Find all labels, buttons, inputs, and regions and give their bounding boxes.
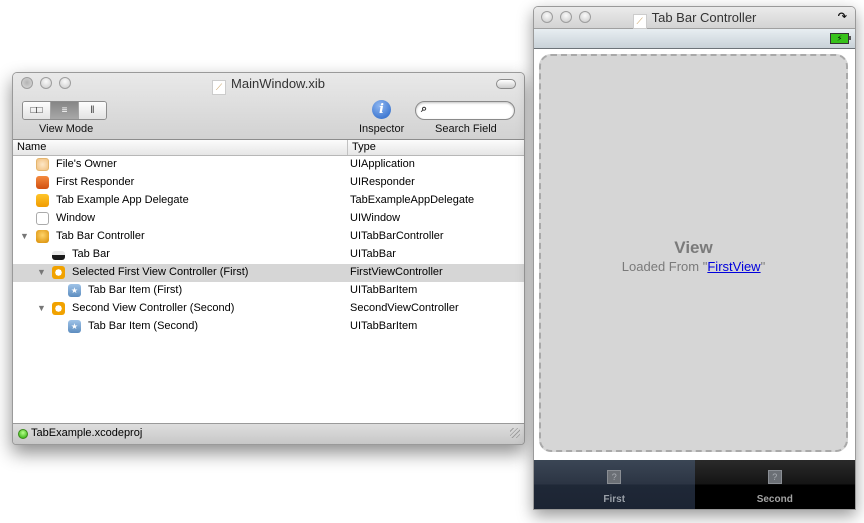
type-column-header[interactable]: Type — [352, 141, 376, 153]
item-name: Tab Bar Controller — [56, 230, 145, 242]
status-bar: TabExample.xcodeproj — [13, 423, 524, 444]
rotate-icon[interactable]: ↷ — [838, 10, 847, 23]
list-item[interactable]: File's Owner UIApplication — [13, 156, 524, 174]
files-owner-icon — [36, 158, 49, 171]
placeholder-question-icon: ? — [607, 470, 622, 484]
item-name: Tab Example App Delegate — [56, 194, 189, 206]
item-type: UITabBar — [350, 248, 396, 260]
view-placeholder[interactable]: View Loaded From "FirstView" — [539, 54, 848, 452]
item-name: Selected First View Controller (First) — [72, 266, 249, 278]
window-title: ⟋ Tab Bar Controller — [534, 10, 855, 29]
xib-document-icon: ⟋ — [212, 80, 227, 95]
tab-bar-item-icon: ★ — [68, 320, 81, 333]
item-type: TabExampleAppDelegate — [350, 194, 475, 206]
item-type: UIWindow — [350, 212, 401, 224]
project-name: TabExample.xcodeproj — [31, 427, 143, 439]
item-type: UITabBarItem — [350, 284, 418, 296]
tab-label: First — [603, 494, 626, 505]
disclosure-triangle-icon[interactable]: ▼ — [37, 267, 46, 277]
list-item[interactable]: ▼ Tab Bar Controller UITabBarController — [13, 228, 524, 246]
list-item[interactable]: Tab Example App Delegate TabExampleAppDe… — [13, 192, 524, 210]
search-field[interactable]: ⌕ — [415, 101, 515, 120]
item-type: UIResponder — [350, 176, 415, 188]
list-item[interactable]: ★ Tab Bar Item (First) UITabBarItem — [13, 282, 524, 300]
battery-icon: ⚡ — [830, 33, 851, 44]
tab-bar-controller-icon — [36, 230, 49, 243]
view-controller-icon — [52, 302, 65, 315]
list-item[interactable]: ▼ Second View Controller (Second) Second… — [13, 300, 524, 318]
tab-bar: ? First ? Second — [534, 460, 855, 509]
object-cube-icon — [36, 194, 49, 207]
first-responder-icon — [36, 176, 49, 189]
simulated-status-bar: ⚡ — [534, 29, 855, 49]
resize-grip-icon[interactable] — [510, 428, 520, 438]
document-outline-list: File's Owner UIApplication First Respond… — [13, 156, 524, 423]
search-input[interactable] — [434, 103, 512, 119]
main-window-xib: ⟋ MainWindow.xib □□ ≡ ‖ View Mode i Inspe… — [12, 72, 525, 445]
column-view-button[interactable]: ‖ — [79, 102, 106, 119]
view-label: View — [674, 238, 713, 257]
loaded-from-prefix: Loaded From " — [621, 259, 708, 274]
tab-bar-icon — [52, 251, 65, 260]
item-type: SecondViewController — [350, 302, 459, 314]
item-type: UITabBarController — [350, 230, 444, 242]
column-header: Name Type — [13, 140, 524, 156]
item-name: Second View Controller (Second) — [72, 302, 235, 314]
nib-link[interactable]: FirstView — [707, 259, 760, 274]
list-item-selected[interactable]: ▼ Selected First View Controller (First)… — [13, 264, 524, 282]
tab-first[interactable]: ? First — [534, 460, 695, 509]
loaded-from-suffix: " — [760, 259, 766, 274]
item-type: UITabBarItem — [350, 320, 418, 332]
column-divider[interactable] — [347, 140, 348, 155]
list-item[interactable]: ★ Tab Bar Item (Second) UITabBarItem — [13, 318, 524, 336]
window-title-text: MainWindow.xib — [231, 76, 325, 91]
window-title-text: Tab Bar Controller — [651, 10, 757, 25]
tab-second[interactable]: ? Second — [694, 460, 855, 509]
loaded-from-text: Loaded From "FirstView" — [541, 259, 846, 274]
item-name: Window — [56, 212, 96, 224]
xib-document-icon: ⟋ — [632, 14, 647, 29]
disclosure-triangle-icon[interactable]: ▼ — [20, 231, 29, 241]
item-name: File's Owner — [56, 158, 117, 170]
view-controller-icon — [52, 266, 65, 279]
window-icon — [36, 212, 49, 225]
item-name: First Responder — [56, 176, 135, 188]
inspector-label[interactable]: Inspector — [359, 123, 404, 135]
item-name: Tab Bar Item (First) — [88, 284, 183, 296]
icon-view-button[interactable]: □□ — [23, 102, 51, 119]
toolbar: ⟋ MainWindow.xib □□ ≡ ‖ View Mode i Inspe… — [13, 73, 524, 140]
placeholder-question-icon: ? — [767, 470, 782, 484]
tab-bar-controller-window: ⟋ Tab Bar Controller ↷ ⚡ View Loaded From… — [533, 6, 856, 510]
list-item[interactable]: Window UIWindow — [13, 210, 524, 228]
tab-bar-item-icon: ★ — [68, 284, 81, 297]
list-item[interactable]: Tab Bar UITabBar — [13, 246, 524, 264]
project-status-icon — [18, 429, 28, 439]
list-item[interactable]: First Responder UIResponder — [13, 174, 524, 192]
tab-label: Second — [756, 494, 793, 505]
list-view-button[interactable]: ≡ — [51, 102, 79, 119]
disclosure-triangle-icon[interactable]: ▼ — [37, 303, 46, 313]
window-title: ⟋ MainWindow.xib — [13, 76, 524, 95]
item-name: Tab Bar Item (Second) — [88, 320, 199, 332]
item-type: FirstViewController — [350, 266, 443, 278]
search-field-label: Search Field — [435, 123, 497, 135]
search-icon: ⌕ — [421, 103, 428, 115]
title-bar: ⟋ Tab Bar Controller ↷ — [534, 7, 855, 29]
name-column-header[interactable]: Name — [17, 141, 46, 153]
view-mode-label: View Mode — [39, 123, 94, 135]
view-mode-control: □□ ≡ ‖ — [22, 101, 107, 120]
toolbar-toggle-button[interactable] — [496, 79, 516, 89]
item-type: UIApplication — [350, 158, 415, 170]
item-name: Tab Bar — [72, 248, 110, 260]
inspector-info-icon[interactable]: i — [372, 100, 391, 119]
